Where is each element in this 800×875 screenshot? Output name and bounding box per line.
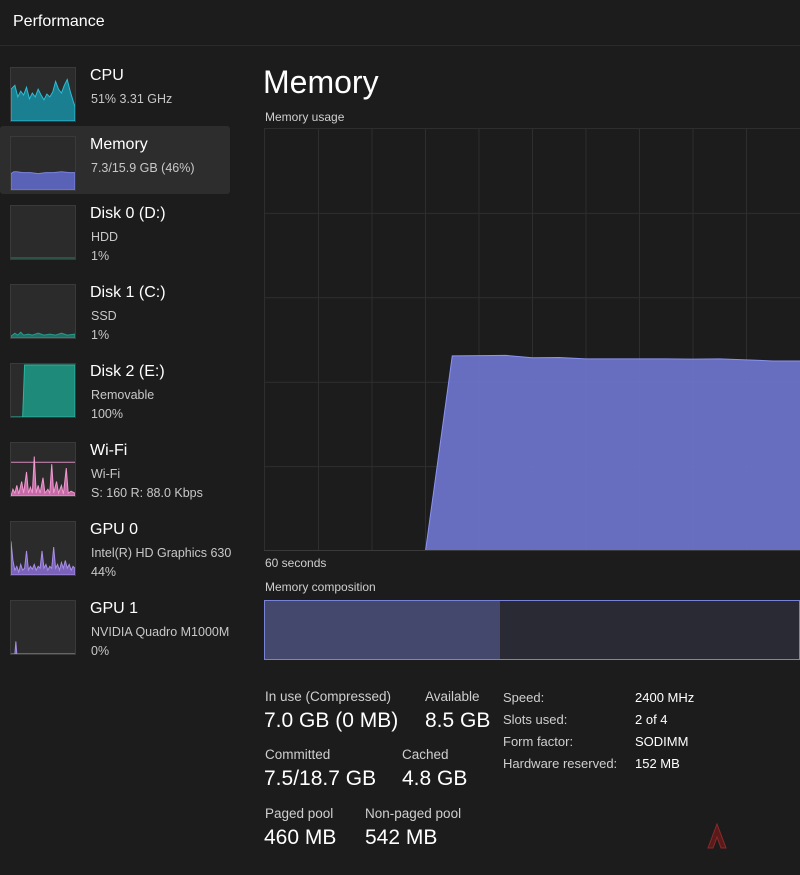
sidebar: CPU 51% 3.31 GHz Memory 7.3/15.9 GB (46%… (0, 47, 238, 875)
sidebar-item-label: CPU (90, 67, 124, 84)
sidebar-item-usage: 44% (91, 565, 117, 579)
sidebar-item-memory[interactable]: Memory 7.3/15.9 GB (46%) (0, 126, 230, 194)
disk-thumbnail-chart (10, 284, 76, 339)
form-factor-label: Form factor: (503, 734, 574, 749)
slots-used-value: 2 of 4 (635, 712, 668, 727)
sidebar-item-disk-2[interactable]: Disk 2 (E:) Removable 100% (0, 353, 230, 421)
title-divider (0, 45, 800, 46)
non-paged-pool-value: 542 MB (365, 826, 438, 849)
sidebar-item-detail: Removable (91, 388, 155, 402)
disk-thumbnail-chart (10, 205, 76, 260)
sidebar-item-detail: 51% 3.31 GHz (91, 92, 173, 106)
sidebar-item-detail: NVIDIA Quadro M1000M (91, 625, 230, 639)
memory-composition-label: Memory composition (265, 580, 376, 594)
slots-used-label: Slots used: (503, 712, 568, 727)
chart-baseline (264, 550, 800, 551)
speed-label: Speed: (503, 690, 545, 705)
hardware-reserved-label: Hardware reserved: (503, 756, 618, 771)
in-use-label: In use (Compressed) (265, 689, 392, 704)
sidebar-item-disk-0[interactable]: Disk 0 (D:) HDD 1% (0, 195, 230, 263)
sidebar-item-detail: HDD (91, 230, 119, 244)
time-span-label: 60 seconds (265, 556, 327, 570)
disk-thumbnail-chart (10, 363, 76, 418)
sidebar-item-cpu[interactable]: CPU 51% 3.31 GHz (0, 57, 230, 125)
sidebar-item-usage: S: 160 R: 88.0 Kbps (91, 486, 203, 500)
sidebar-item-usage: 1% (91, 249, 110, 263)
sidebar-item-detail: 7.3/15.9 GB (46%) (91, 161, 195, 175)
sidebar-item-label: Memory (90, 136, 148, 153)
app-title: Performance (13, 13, 105, 30)
memory-usage-svg (265, 129, 800, 551)
sidebar-item-usage: 0% (91, 644, 110, 658)
sidebar-item-label: GPU 1 (90, 600, 139, 617)
wifi-thumbnail-chart (10, 442, 76, 497)
sidebar-item-label: Disk 1 (C:) (90, 284, 166, 301)
available-label: Available (425, 689, 480, 704)
sidebar-item-label: Disk 0 (D:) (90, 205, 166, 222)
memory-usage-area (265, 355, 800, 551)
cached-value: 4.8 GB (402, 767, 468, 790)
paged-pool-value: 460 MB (264, 826, 337, 849)
sidebar-item-detail: Intel(R) HD Graphics 630 (91, 546, 232, 560)
sidebar-item-detail: SSD (91, 309, 117, 323)
sidebar-item-label: GPU 0 (90, 521, 139, 538)
memory-usage-chart (264, 128, 800, 551)
sidebar-item-label: Wi-Fi (90, 442, 128, 459)
committed-label: Committed (265, 747, 331, 762)
gpu-thumbnail-chart (10, 521, 76, 576)
form-factor-value: SODIMM (635, 734, 689, 749)
in-use-segment (265, 601, 500, 659)
committed-value: 7.5/18.7 GB (264, 767, 377, 790)
memory-thumbnail-chart (10, 136, 76, 191)
page-title: Memory (263, 64, 379, 100)
memory-composition-bar (264, 600, 800, 660)
sidebar-item-label: Disk 2 (E:) (90, 363, 165, 380)
speed-value: 2400 MHz (635, 690, 695, 705)
hardware-reserved-value: 152 MB (635, 756, 680, 771)
cpu-thumbnail-chart (10, 67, 76, 122)
sidebar-item-gpu-0[interactable]: GPU 0 Intel(R) HD Graphics 630 44% (0, 511, 232, 579)
sidebar-item-usage: 100% (91, 407, 123, 421)
sidebar-item-detail: Wi-Fi (91, 467, 121, 481)
gpu-thumbnail-chart (10, 600, 76, 655)
sidebar-item-gpu-1[interactable]: GPU 1 NVIDIA Quadro M1000M 0% (0, 590, 230, 658)
in-use-value: 7.0 GB (0 MB) (264, 709, 399, 732)
paged-pool-label: Paged pool (265, 806, 334, 821)
sidebar-item-usage: 1% (91, 328, 110, 342)
available-value: 8.5 GB (425, 709, 491, 732)
cached-label: Cached (402, 747, 449, 762)
sidebar-item-disk-1[interactable]: Disk 1 (C:) SSD 1% (0, 274, 230, 342)
non-paged-pool-label: Non-paged pool (365, 806, 462, 821)
watermark-logo-icon (707, 822, 727, 849)
sidebar-item-wifi[interactable]: Wi-Fi Wi-Fi S: 160 R: 88.0 Kbps (0, 432, 230, 500)
memory-usage-label: Memory usage (265, 110, 345, 124)
